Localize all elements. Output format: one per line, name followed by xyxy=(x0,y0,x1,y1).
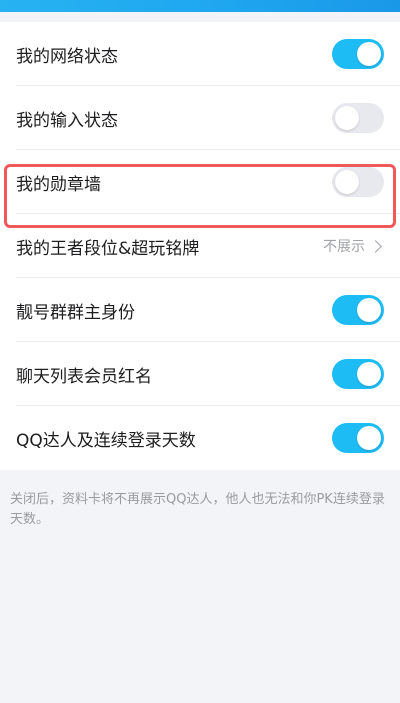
settings-list: 我的网络状态 我的输入状态 我的勋章墙 我的王者段位&超玩铭牌 不展示 靓号群群… xyxy=(0,22,400,470)
vip-group-owner-toggle[interactable] xyxy=(332,295,384,325)
setting-label: 聊天列表会员红名 xyxy=(16,366,152,387)
qq-master-toggle[interactable] xyxy=(332,423,384,453)
rank-display-value[interactable]: 不展示 xyxy=(323,236,384,256)
setting-input-status[interactable]: 我的输入状态 xyxy=(0,86,400,150)
setting-label: 我的输入状态 xyxy=(16,110,118,131)
input-status-toggle[interactable] xyxy=(332,103,384,133)
setting-network-status[interactable]: 我的网络状态 xyxy=(0,22,400,86)
rank-display-text: 不展示 xyxy=(323,239,365,255)
setting-honor-of-kings-rank[interactable]: 我的王者段位&超玩铭牌 不展示 xyxy=(0,214,400,278)
setting-label: 我的王者段位&超玩铭牌 xyxy=(16,238,200,259)
chevron-right-icon xyxy=(369,239,382,253)
setting-qq-master-login-days[interactable]: QQ达人及连续登录天数 xyxy=(0,406,400,470)
footnote-text: 关闭后，资料卡将不再展示QQ达人，他人也无法和你PK连续登录天数。 xyxy=(10,492,385,527)
toggle-knob xyxy=(357,362,381,386)
setting-label: 我的网络状态 xyxy=(16,46,118,67)
medal-wall-toggle[interactable] xyxy=(332,167,384,197)
setting-medal-wall[interactable]: 我的勋章墙 xyxy=(0,150,400,214)
setting-vip-group-owner[interactable]: 靓号群群主身份 xyxy=(0,278,400,342)
setting-label: QQ达人及连续登录天数 xyxy=(16,430,196,451)
setting-label: 我的勋章墙 xyxy=(16,174,101,195)
toggle-knob xyxy=(335,170,359,194)
red-name-toggle[interactable] xyxy=(332,359,384,389)
network-status-toggle[interactable] xyxy=(332,39,384,69)
setting-label: 靓号群群主身份 xyxy=(16,302,135,323)
top-app-bar xyxy=(0,0,400,12)
setting-chat-list-red-name[interactable]: 聊天列表会员红名 xyxy=(0,342,400,406)
toggle-knob xyxy=(357,42,381,66)
toggle-knob xyxy=(335,106,359,130)
toggle-knob xyxy=(357,298,381,322)
toggle-knob xyxy=(357,426,381,450)
